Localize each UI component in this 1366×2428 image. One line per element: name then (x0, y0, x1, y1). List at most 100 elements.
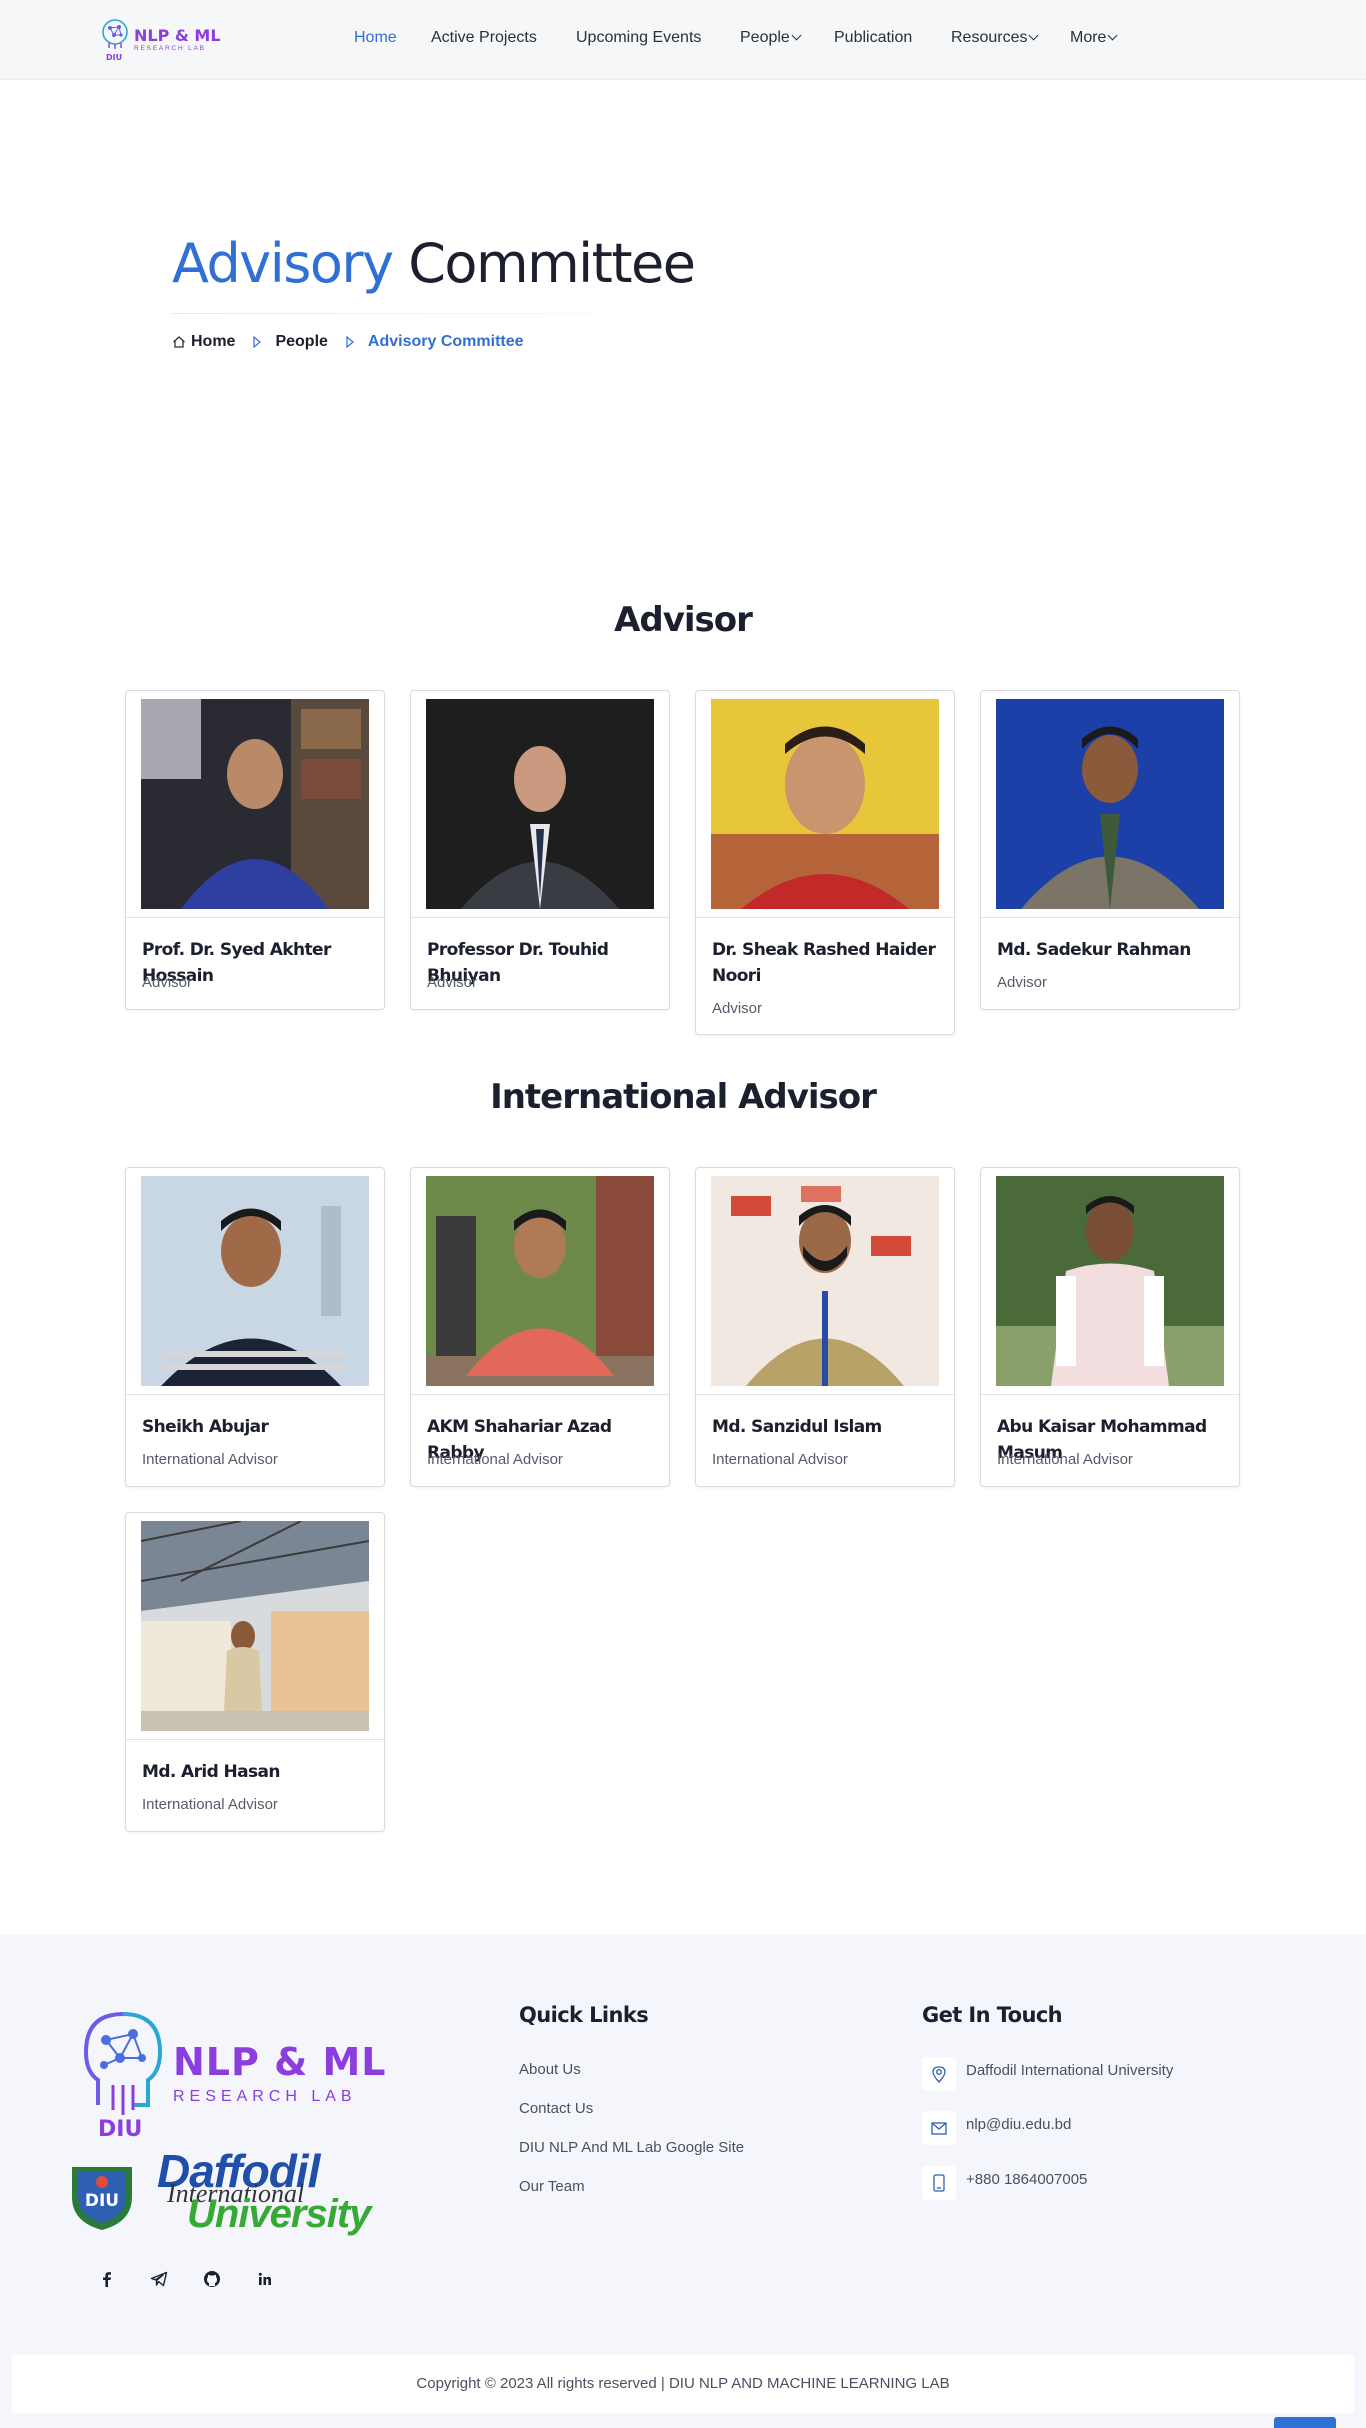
member-name: Md. Sanzidul Islam (712, 1417, 882, 1437)
nav-active-projects[interactable]: Active Projects (431, 29, 537, 47)
svg-text:DIU: DIU (106, 53, 122, 62)
breadcrumb-current: Advisory Committee (367, 333, 524, 350)
contact-phone[interactable]: +880 1864007005 (922, 2166, 1087, 2200)
back-to-top-button[interactable] (1274, 2417, 1336, 2428)
contact-address: Daffodil International University (922, 2057, 1173, 2091)
chevron-down-icon (1108, 30, 1118, 41)
copyright-text: Copyright © 2023 All rights reserved | D… (416, 2375, 950, 2392)
member-role: Advisor (712, 1000, 763, 1017)
link-our-team[interactable]: Our Team (519, 2178, 585, 2195)
university-logo-university: University (187, 2192, 371, 2236)
top-navbar: DIU NLP & ML RESEARCH LAB Home Active Pr… (0, 0, 1366, 80)
card-divider (411, 1394, 669, 1395)
advisor-photo (996, 699, 1224, 909)
title-divider (172, 313, 590, 314)
chevron-down-icon (791, 30, 802, 41)
footer-logo-subtitle: RESEARCH LAB (173, 2088, 357, 2105)
nav-more-label: More (1070, 29, 1107, 46)
breadcrumb: Home People Advisory Committee (172, 333, 524, 351)
member-name: Sheikh Abujar (142, 1417, 269, 1437)
daffodil-university-logo[interactable]: DIU Daffodil International University (62, 2142, 402, 2242)
international-advisor-card[interactable]: Md. Sanzidul Islam International Advisor (695, 1167, 955, 1487)
brain-head-logo-icon: DIU (83, 2012, 163, 2140)
advisor-card[interactable]: Prof. Dr. Syed Akhter Hossain Advisor (125, 690, 385, 1010)
nav-resources-label: Resources (951, 29, 1028, 46)
international-advisor-card[interactable]: AKM Shahariar Azad Rabby International A… (410, 1167, 670, 1487)
footer-logo-title: NLP & ML (173, 2040, 387, 2084)
chevron-right-icon (253, 336, 262, 348)
site-footer: DIU NLP & ML RESEARCH LAB DIU Daffodil I… (0, 1935, 1366, 2428)
linkedin-icon[interactable] (248, 2262, 282, 2296)
location-pin-icon (922, 2057, 956, 2091)
advisor-card[interactable]: Professor Dr. Touhid Bhuiyan Advisor (410, 690, 670, 1010)
card-divider (981, 917, 1239, 918)
svg-text:DIU: DIU (98, 2117, 142, 2140)
card-divider (696, 917, 954, 918)
card-divider (696, 1394, 954, 1395)
international-advisor-card[interactable]: Abu Kaisar Mohammad Masum International … (980, 1167, 1240, 1487)
member-name: Dr. Sheak Rashed Haider Noori (712, 940, 936, 986)
international-advisor-heading: International Advisor (490, 1077, 877, 1117)
telegram-icon[interactable] (142, 2262, 176, 2296)
advisor-heading: Advisor (614, 600, 753, 640)
nav-people[interactable]: People (740, 29, 802, 47)
github-icon[interactable] (195, 2262, 229, 2296)
page-title-rest: Committee (392, 232, 696, 295)
card-divider (411, 917, 669, 918)
contact-email[interactable]: nlp@diu.edu.bd (922, 2111, 1071, 2145)
advisor-card[interactable]: Dr. Sheak Rashed Haider Noori Advisor (695, 690, 955, 1035)
advisor-photo (426, 699, 654, 909)
member-role: Advisor (427, 974, 478, 991)
member-role: International Advisor (427, 1451, 563, 1468)
svg-text:DIU: DIU (85, 2191, 119, 2211)
chevron-right-icon (346, 336, 354, 348)
card-divider (126, 1739, 384, 1740)
international-advisor-card[interactable]: Md. Arid Hasan International Advisor (125, 1512, 385, 1832)
nav-upcoming-events[interactable]: Upcoming Events (576, 29, 701, 47)
advisor-photo (141, 1521, 369, 1731)
page-title: Advisory Committee (172, 232, 696, 295)
member-role: International Advisor (142, 1796, 278, 1813)
facebook-icon[interactable] (90, 2262, 124, 2296)
copyright-bar: Copyright © 2023 All rights reserved | D… (12, 2355, 1354, 2413)
university-seal-icon: DIU (72, 2167, 132, 2230)
chevron-down-icon (1029, 30, 1039, 41)
member-role: Advisor (997, 974, 1048, 991)
breadcrumb-people[interactable]: People (275, 333, 327, 351)
advisor-photo (141, 699, 369, 909)
phone-icon (922, 2166, 956, 2200)
nav-resources[interactable]: Resources (951, 29, 1039, 47)
international-advisor-card[interactable]: Sheikh Abujar International Advisor (125, 1167, 385, 1487)
member-role: International Advisor (712, 1451, 848, 1468)
address-text: Daffodil International University (966, 2062, 1174, 2079)
link-google-site[interactable]: DIU NLP And ML Lab Google Site (519, 2139, 744, 2156)
link-contact-us[interactable]: Contact Us (519, 2100, 593, 2117)
quick-links-title: Quick Links (519, 2003, 649, 2027)
member-name: Md. Arid Hasan (142, 1762, 281, 1782)
home-icon (173, 336, 185, 348)
advisor-photo (996, 1176, 1224, 1386)
phone-text[interactable]: +880 1864007005 (966, 2171, 1087, 2188)
advisor-photo (711, 1176, 939, 1386)
page-title-accent: Advisory (172, 232, 394, 295)
advisor-photo (141, 1176, 369, 1386)
advisor-card[interactable]: Md. Sadekur Rahman Advisor (980, 690, 1240, 1010)
email-icon (922, 2111, 956, 2145)
nav-people-label: People (740, 29, 790, 46)
member-name: Md. Sadekur Rahman (997, 940, 1191, 960)
member-role: International Advisor (997, 1451, 1133, 1468)
card-divider (981, 1394, 1239, 1395)
email-text[interactable]: nlp@diu.edu.bd (966, 2116, 1071, 2133)
breadcrumb-home[interactable]: Home (191, 333, 235, 351)
get-in-touch-title: Get In Touch (922, 2003, 1063, 2027)
card-divider (126, 1394, 384, 1395)
advisor-photo (711, 699, 939, 909)
nav-publication[interactable]: Publication (834, 29, 912, 47)
link-about-us[interactable]: About Us (519, 2061, 581, 2078)
member-role: International Advisor (142, 1451, 278, 1468)
advisor-photo (426, 1176, 654, 1386)
member-role: Advisor (142, 974, 193, 991)
nav-home[interactable]: Home (354, 29, 397, 47)
nav-more[interactable]: More (1070, 29, 1118, 47)
main-nav: Home Active Projects Upcoming Events Peo… (0, 29, 1366, 51)
